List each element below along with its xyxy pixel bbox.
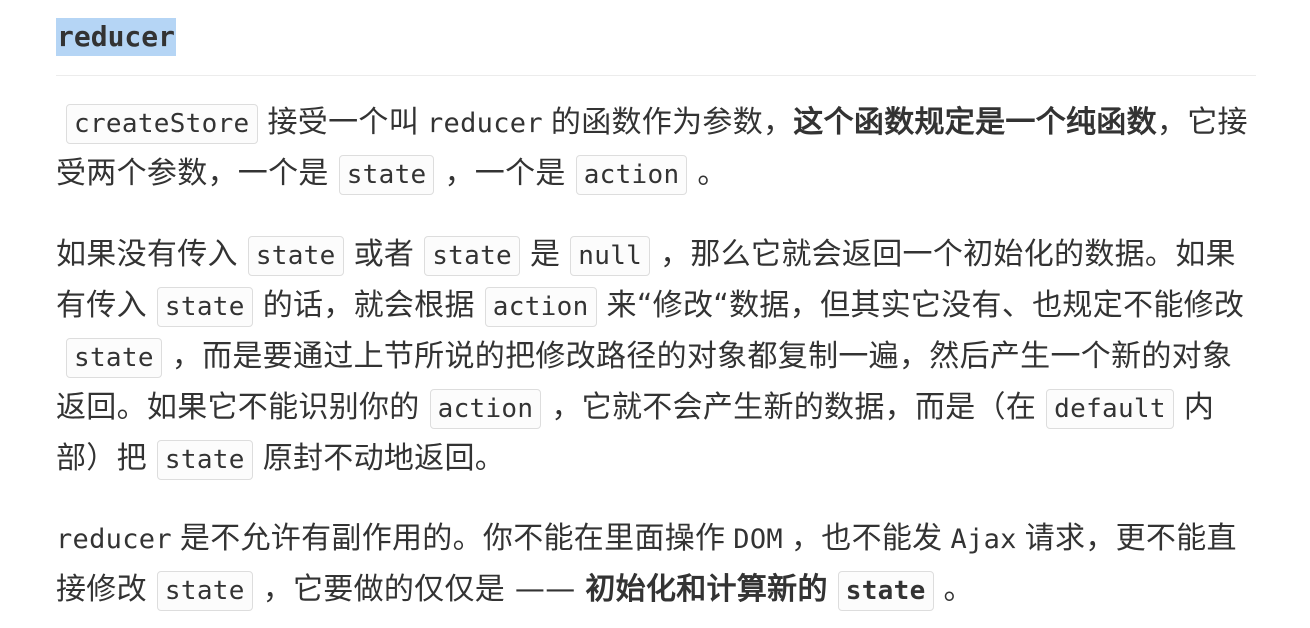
paragraph-text: 如果没有传入 bbox=[56, 237, 238, 272]
inline-code-state: state bbox=[338, 155, 435, 195]
paragraph-text: 是不允许有副作用的。你不能在里面操作 bbox=[179, 521, 726, 556]
inline-term-dom: DOM bbox=[733, 524, 783, 555]
inline-code-createstore: createStore bbox=[66, 104, 258, 144]
paragraph-text: ，它要做的仅仅是 —— bbox=[262, 572, 586, 607]
inline-code-null: null bbox=[570, 236, 651, 276]
paragraph-text: ，一个是 bbox=[444, 156, 566, 191]
paragraph-text: 的函数作为参数， bbox=[550, 105, 794, 140]
inline-code-state-bold: state bbox=[837, 571, 934, 611]
emphasis-text: 初始化和计算新的 bbox=[585, 572, 828, 607]
paragraph-text: ，它就不会产生新的数据，而是（在 bbox=[551, 390, 1037, 425]
paragraph-text: 接受一个叫 bbox=[267, 105, 419, 140]
paragraph-text: ，也不能发 bbox=[790, 521, 943, 556]
emphasis-pure-function: 这个函数规定是一个纯函数 bbox=[793, 105, 1157, 140]
inline-term-ajax: Ajax bbox=[950, 524, 1017, 555]
inline-code-state: state bbox=[424, 236, 520, 276]
paragraph-text: 的话，就会根据 bbox=[262, 288, 475, 323]
inline-code-state: state bbox=[156, 571, 253, 611]
paragraph-createstore: createStore 接受一个叫 reducer 的函数作为参数，这个函数规定是一个… bbox=[56, 98, 1256, 200]
inline-code-action: action bbox=[575, 155, 688, 195]
paragraph-state-handling: 如果没有传入 state 或者 state 是 null ，那么它就会返回一个初始化的数据。… bbox=[56, 230, 1256, 485]
paragraph-text: 是 bbox=[529, 237, 561, 272]
paragraph-text: 或者 bbox=[353, 237, 415, 272]
inline-term-reducer: reducer bbox=[427, 108, 543, 139]
inline-term-reducer: reducer bbox=[56, 524, 172, 555]
paragraph-text: 来“修改“数据，但其实它没有、也规定不能修改 bbox=[606, 288, 1245, 323]
paragraph-text: 。 bbox=[943, 572, 974, 607]
inline-code-state: state bbox=[247, 236, 344, 276]
emphasis-init-compute: 初始化和计算新的 state bbox=[585, 571, 943, 611]
paragraph-text: 原封不动地返回。 bbox=[262, 441, 506, 476]
section-heading: reducer bbox=[56, 18, 177, 56]
inline-code-action: action bbox=[429, 389, 542, 429]
inline-code-action: action bbox=[484, 287, 597, 327]
paragraph-side-effects: reducer 是不允许有副作用的。你不能在里面操作 DOM ，也不能发 Ajax 请求，… bbox=[56, 514, 1256, 616]
article: reducer createStore 接受一个叫 reducer 的函数作为参数，这… bbox=[0, 0, 1310, 628]
inline-code-state: state bbox=[156, 440, 253, 480]
inline-code-state: state bbox=[66, 338, 162, 378]
inline-code-default: default bbox=[1046, 389, 1174, 429]
inline-code-state: state bbox=[156, 287, 253, 327]
section-header: reducer bbox=[56, 18, 1256, 76]
paragraph-text: 。 bbox=[697, 156, 728, 191]
